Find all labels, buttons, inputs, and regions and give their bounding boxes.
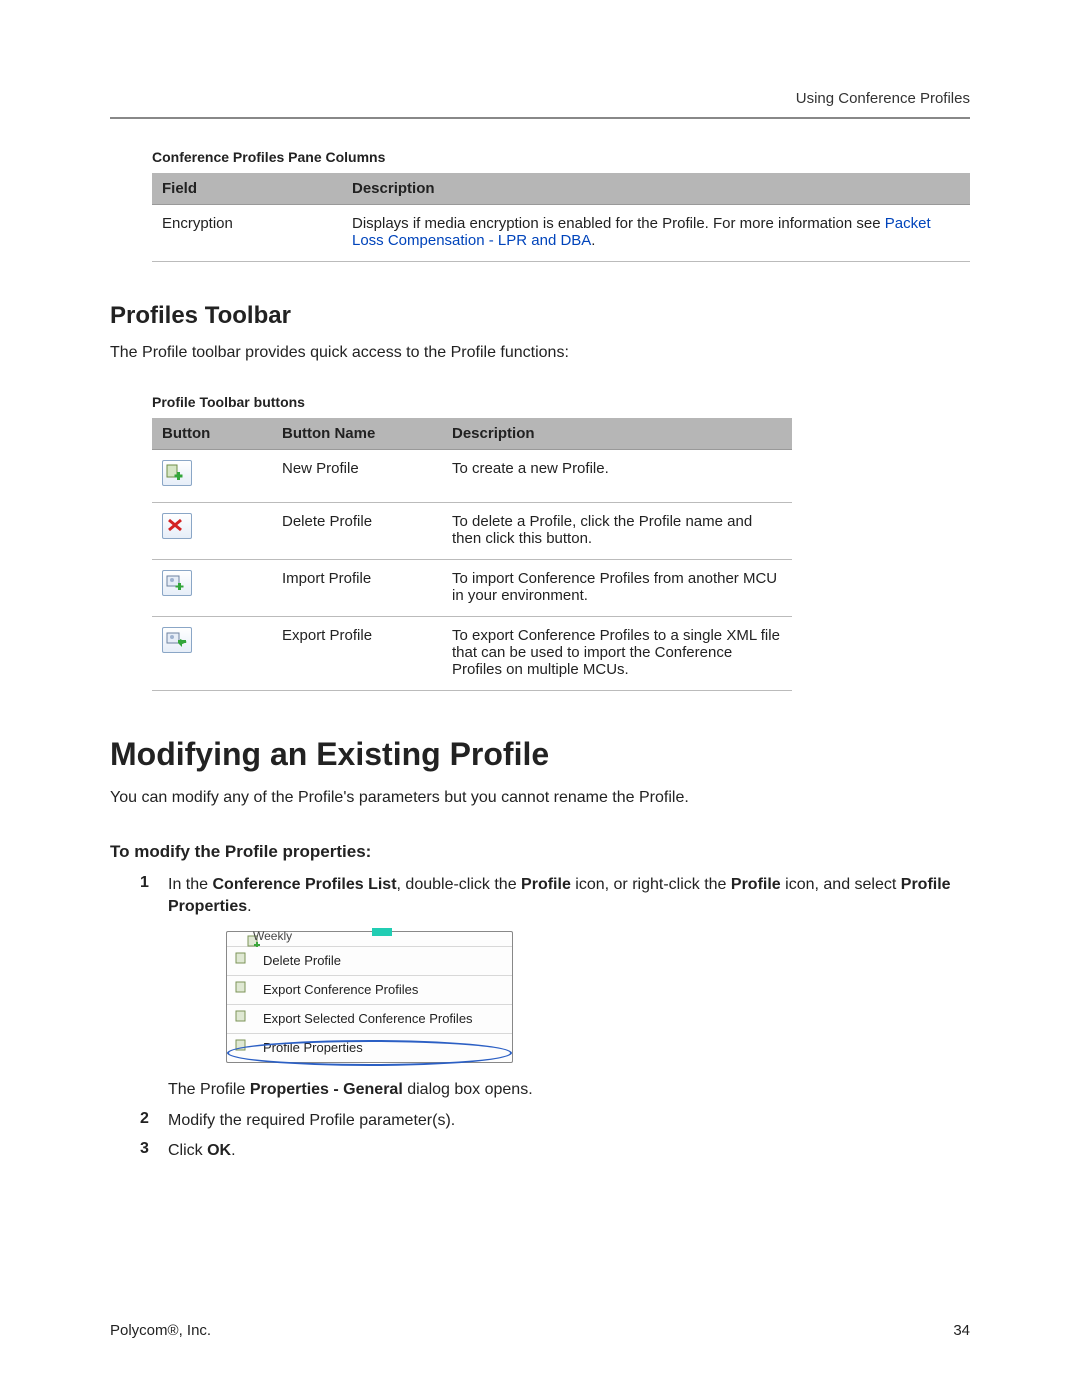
cell-btn-desc: To export Conference Profiles to a singl… [442, 617, 792, 691]
step-number: 2 [140, 1110, 168, 1132]
table-row: Export Profile To export Conference Prof… [152, 617, 792, 691]
table1-col-field: Field [152, 173, 342, 205]
menu-item-profile-properties[interactable]: Profile Properties [227, 1034, 512, 1062]
modifying-intro: You can modify any of the Profile's para… [110, 787, 970, 809]
steps-list: 1 In the Conference Profiles List, doubl… [140, 874, 970, 1163]
delete-profile-icon [162, 513, 192, 539]
step-2-text: Modify the required Profile parameter(s)… [168, 1110, 455, 1132]
page-footer: Polycom®, Inc. 34 [110, 1322, 970, 1339]
cell-btn-desc: To create a new Profile. [442, 450, 792, 503]
context-menu: Weekly Delete Profile Export Conference … [226, 931, 513, 1064]
col-description: Description [442, 418, 792, 450]
import-profile-icon [162, 570, 192, 596]
modifying-heading: Modifying an Existing Profile [110, 736, 970, 773]
table-row: New Profile To create a new Profile. [152, 450, 792, 503]
col-button: Button [152, 418, 272, 450]
new-profile-icon [162, 460, 192, 486]
step-number: 1 [140, 874, 168, 1102]
table-row: Encryption Displays if media encryption … [152, 205, 970, 262]
conference-profiles-columns-table: Field Description Encryption Displays if… [152, 173, 970, 262]
table1-caption: Conference Profiles Pane Columns [152, 149, 970, 165]
cell-btn-name: Delete Profile [272, 503, 442, 560]
header-rule [110, 117, 970, 119]
menu-item-export-selected-conference-profiles[interactable]: Export Selected Conference Profiles [227, 1005, 512, 1034]
menu-item-export-conference-profiles[interactable]: Export Conference Profiles [227, 976, 512, 1005]
modify-subheading: To modify the Profile properties: [110, 842, 970, 862]
cell-btn-name: Export Profile [272, 617, 442, 691]
export-profile-icon [162, 627, 192, 653]
table-row: Delete Profile To delete a Profile, clic… [152, 503, 792, 560]
step-1-text: In the Conference Profiles List, double-… [168, 874, 970, 1102]
page-section-label: Using Conference Profiles [110, 90, 970, 107]
menu-item-delete-profile[interactable]: Delete Profile [227, 947, 512, 976]
table-row: Import Profile To import Conference Prof… [152, 560, 792, 617]
table1-col-description: Description [342, 173, 970, 205]
profiles-toolbar-heading: Profiles Toolbar [110, 302, 970, 330]
cell-btn-name: Import Profile [272, 560, 442, 617]
cell-field: Encryption [152, 205, 342, 262]
cell-btn-desc: To import Conference Profiles from anoth… [442, 560, 792, 617]
profiles-toolbar-intro: The Profile toolbar provides quick acces… [110, 342, 970, 364]
cell-description: Displays if media encryption is enabled … [342, 205, 970, 262]
toolbar-table-caption: Profile Toolbar buttons [152, 394, 970, 410]
footer-left: Polycom®, Inc. [110, 1322, 211, 1339]
footer-page-number: 34 [953, 1322, 970, 1339]
cell-btn-name: New Profile [272, 450, 442, 503]
context-title-trunc: Weekly [253, 928, 292, 945]
cell-btn-desc: To delete a Profile, click the Profile n… [442, 503, 792, 560]
step-3-text: Click OK. [168, 1140, 236, 1162]
step-number: 3 [140, 1140, 168, 1162]
profile-toolbar-buttons-table: Button Button Name Description New Profi… [152, 418, 792, 691]
col-button-name: Button Name [272, 418, 442, 450]
